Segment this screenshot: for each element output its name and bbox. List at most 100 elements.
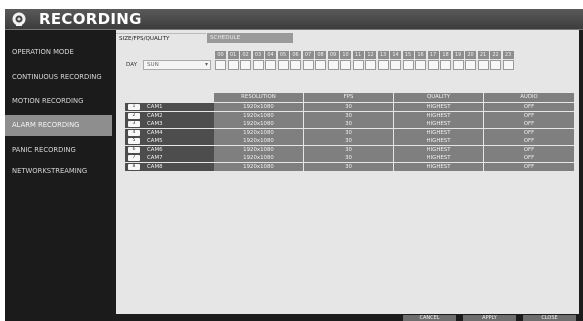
schedule-cell[interactable] bbox=[502, 60, 514, 70]
tab-schedule[interactable]: SCHEDULE bbox=[207, 33, 293, 43]
fps-cell[interactable]: 30 bbox=[304, 137, 393, 145]
sidebar-item-motion-recording[interactable]: MOTION RECORDING bbox=[5, 91, 112, 112]
schedule-cell[interactable] bbox=[427, 60, 439, 70]
schedule-cell[interactable] bbox=[302, 60, 314, 70]
audio-cell[interactable]: OFF bbox=[484, 111, 574, 120]
camera-name: CAM3 bbox=[147, 121, 163, 127]
camera-name: CAM2 bbox=[147, 112, 163, 119]
table-row[interactable]: 6 CAM6 1920x1080 30 HIGHEST OFF bbox=[125, 145, 574, 154]
hour-header: 15 bbox=[402, 51, 414, 59]
schedule-cell[interactable] bbox=[452, 60, 464, 70]
fps-cell[interactable]: 30 bbox=[304, 154, 393, 162]
camera-cell: 2 CAM2 bbox=[125, 111, 214, 120]
fps-cell[interactable]: 30 bbox=[304, 128, 393, 137]
schedule-cell[interactable] bbox=[440, 60, 451, 70]
schedule-cell[interactable] bbox=[340, 60, 351, 70]
hour-header: 13 bbox=[377, 51, 389, 59]
table-row[interactable]: 2 CAM2 1920x1080 30 HIGHEST OFF bbox=[125, 111, 574, 120]
schedule-cell[interactable] bbox=[377, 60, 389, 70]
quality-cell[interactable]: HIGHEST bbox=[394, 145, 483, 154]
chevron-down-icon: ▾ bbox=[204, 61, 208, 68]
hour-header: 08 bbox=[315, 51, 326, 59]
cancel-button[interactable]: CANCEL bbox=[403, 315, 456, 321]
audio-cell[interactable]: OFF bbox=[484, 154, 574, 162]
resolution-cell[interactable]: 1920x1080 bbox=[214, 154, 303, 162]
schedule-cell[interactable] bbox=[390, 60, 401, 70]
day-select[interactable]: SUN ▾ bbox=[143, 60, 211, 70]
camera-name: CAM6 bbox=[147, 146, 163, 153]
table-row[interactable]: 5 CAM5 1920x1080 30 HIGHEST OFF bbox=[125, 137, 574, 145]
resolution-cell[interactable]: 1920x1080 bbox=[214, 103, 303, 111]
main-panel: SIZE/FPS/QUALITY SCHEDULE 00 01 02 03 04 05 06… bbox=[116, 30, 579, 314]
camera-number-badge: 6 bbox=[128, 146, 140, 153]
sidebar-item-operation-mode[interactable]: OPERATION MODE bbox=[5, 42, 112, 63]
audio-cell[interactable]: OFF bbox=[484, 137, 574, 145]
schedule-cell[interactable] bbox=[415, 60, 426, 70]
close-button[interactable]: CLOSE bbox=[523, 315, 576, 321]
fps-cell[interactable]: 30 bbox=[304, 162, 393, 171]
sidebar-item-alarm-recording[interactable]: ALARM RECORDING bbox=[5, 115, 112, 136]
quality-cell[interactable]: HIGHEST bbox=[394, 137, 483, 145]
schedule-cell[interactable] bbox=[215, 60, 226, 70]
column-header-resolution: RESOLUTION bbox=[214, 93, 303, 102]
camera-name: CAM4 bbox=[147, 129, 163, 136]
quality-cell[interactable]: HIGHEST bbox=[394, 111, 483, 120]
tab-size-fps-quality[interactable]: SIZE/FPS/QUALITY bbox=[116, 33, 206, 43]
table-row[interactable]: 1 CAM1 1920x1080 30 HIGHEST OFF bbox=[125, 103, 574, 111]
fps-cell[interactable]: 30 bbox=[304, 145, 393, 154]
hour-header: 18 bbox=[440, 51, 451, 59]
quality-cell[interactable]: HIGHEST bbox=[394, 120, 483, 128]
schedule-cell[interactable] bbox=[465, 60, 476, 70]
title-bar: RECORDING bbox=[5, 9, 583, 30]
schedule-cell[interactable] bbox=[240, 60, 251, 70]
resolution-cell[interactable]: 1920x1080 bbox=[214, 145, 303, 154]
schedule-cell[interactable] bbox=[402, 60, 414, 70]
schedule-cell[interactable] bbox=[277, 60, 289, 70]
schedule-cell[interactable] bbox=[490, 60, 501, 70]
fps-cell[interactable]: 30 bbox=[304, 111, 393, 120]
column-header-audio: AUDIO bbox=[484, 93, 574, 102]
resolution-cell[interactable]: 1920x1080 bbox=[214, 128, 303, 137]
resolution-cell[interactable]: 1920x1080 bbox=[214, 162, 303, 171]
audio-cell[interactable]: OFF bbox=[484, 145, 574, 154]
camera-number-badge: 2 bbox=[128, 112, 140, 119]
schedule-cell[interactable] bbox=[477, 60, 489, 70]
schedule-cell[interactable] bbox=[327, 60, 339, 70]
camera-number-badge: 7 bbox=[128, 155, 140, 161]
schedule-cell[interactable] bbox=[252, 60, 264, 70]
table-row[interactable]: 7 CAM7 1920x1080 30 HIGHEST OFF bbox=[125, 154, 574, 162]
quality-cell[interactable]: HIGHEST bbox=[394, 162, 483, 171]
table-row[interactable]: 3 CAM3 1920x1080 30 HIGHEST OFF bbox=[125, 120, 574, 128]
resolution-cell[interactable]: 1920x1080 bbox=[214, 120, 303, 128]
apply-button[interactable]: APPLY bbox=[463, 315, 516, 321]
recording-camera-icon bbox=[12, 12, 26, 26]
audio-cell[interactable]: OFF bbox=[484, 162, 574, 171]
table-row[interactable]: 4 CAM4 1920x1080 30 HIGHEST OFF bbox=[125, 128, 574, 137]
schedule-cell[interactable] bbox=[365, 60, 376, 70]
sidebar-item-panic-recording[interactable]: PANIC RECORDING bbox=[5, 140, 112, 161]
schedule-cell[interactable] bbox=[315, 60, 326, 70]
camera-number-badge: 8 bbox=[128, 163, 140, 170]
page-title: RECORDING bbox=[39, 10, 142, 28]
table-row[interactable]: 8 CAM8 1920x1080 30 HIGHEST OFF bbox=[125, 162, 574, 171]
hour-header: 05 bbox=[277, 51, 289, 59]
quality-cell[interactable]: HIGHEST bbox=[394, 103, 483, 111]
audio-cell[interactable]: OFF bbox=[484, 120, 574, 128]
schedule-cell[interactable] bbox=[290, 60, 301, 70]
camera-name: CAM7 bbox=[147, 155, 163, 161]
resolution-cell[interactable]: 1920x1080 bbox=[214, 137, 303, 145]
audio-cell[interactable]: OFF bbox=[484, 103, 574, 111]
sidebar-item-continuous-recording[interactable]: CONTINUOUS RECORDING bbox=[5, 67, 112, 88]
schedule-cell[interactable] bbox=[352, 60, 364, 70]
schedule-cell[interactable] bbox=[265, 60, 276, 70]
fps-cell[interactable]: 30 bbox=[304, 103, 393, 111]
resolution-cell[interactable]: 1920x1080 bbox=[214, 111, 303, 120]
schedule-cell[interactable] bbox=[227, 60, 239, 70]
hour-header: 03 bbox=[252, 51, 264, 59]
sidebar-item-networkstreaming[interactable]: NETWORKSTREAMING bbox=[5, 161, 112, 182]
quality-cell[interactable]: HIGHEST bbox=[394, 128, 483, 137]
audio-cell[interactable]: OFF bbox=[484, 128, 574, 137]
fps-cell[interactable]: 30 bbox=[304, 120, 393, 128]
hour-header: 11 bbox=[352, 51, 364, 59]
quality-cell[interactable]: HIGHEST bbox=[394, 154, 483, 162]
